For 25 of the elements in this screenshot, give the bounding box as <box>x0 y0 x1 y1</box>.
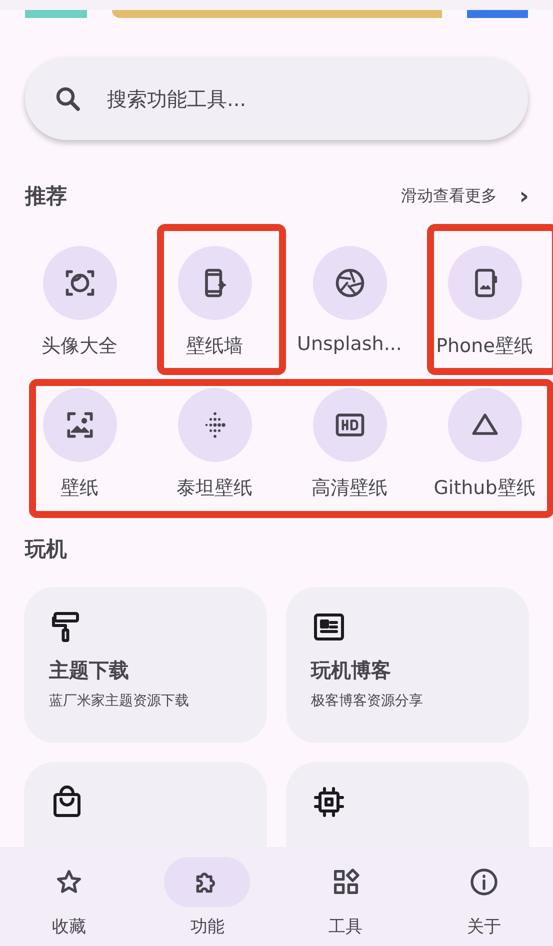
shortcut-label: Github壁纸 <box>434 476 536 501</box>
shortcut-label: Phone壁纸 <box>436 334 533 359</box>
shortcut-label: 头像大全 <box>42 334 118 359</box>
more-link[interactable]: 滑动查看更多 <box>401 186 498 206</box>
info-icon <box>468 866 500 898</box>
feature-card[interactable]: 玩机博客 极客博客资源分享 <box>286 587 529 743</box>
shortcut-label: Unsplash... <box>297 333 402 355</box>
card-title: 玩机博客 <box>311 657 392 684</box>
section-title: 玩机 <box>25 536 67 563</box>
nav-tab[interactable]: 收藏 <box>0 847 138 946</box>
chip-icon <box>311 784 347 820</box>
shortcut-label: 壁纸 <box>60 476 98 501</box>
feature-card[interactable]: 主题下载 蓝厂米家主题资源下载 <box>24 587 267 743</box>
search-field[interactable]: 搜索功能工具... <box>105 86 500 112</box>
section-title: 推荐 <box>25 183 67 210</box>
card-title: 主题下载 <box>49 657 130 684</box>
nav-tab[interactable]: 工具 <box>276 847 415 946</box>
shortcut-label: 高清壁纸 <box>312 476 388 501</box>
card-subtitle: 极客博客资源分享 <box>311 692 424 710</box>
chevron-icon[interactable]: › <box>519 184 529 208</box>
nav-tab[interactable]: 功能 <box>138 847 276 946</box>
nav-tab[interactable]: 关于 <box>414 847 553 946</box>
card-subtitle: 蓝厂米家主题资源下载 <box>49 692 190 710</box>
shortcut-label: 泰坦壁纸 <box>176 476 252 501</box>
shortcut-label: 壁纸墙 <box>186 334 243 359</box>
